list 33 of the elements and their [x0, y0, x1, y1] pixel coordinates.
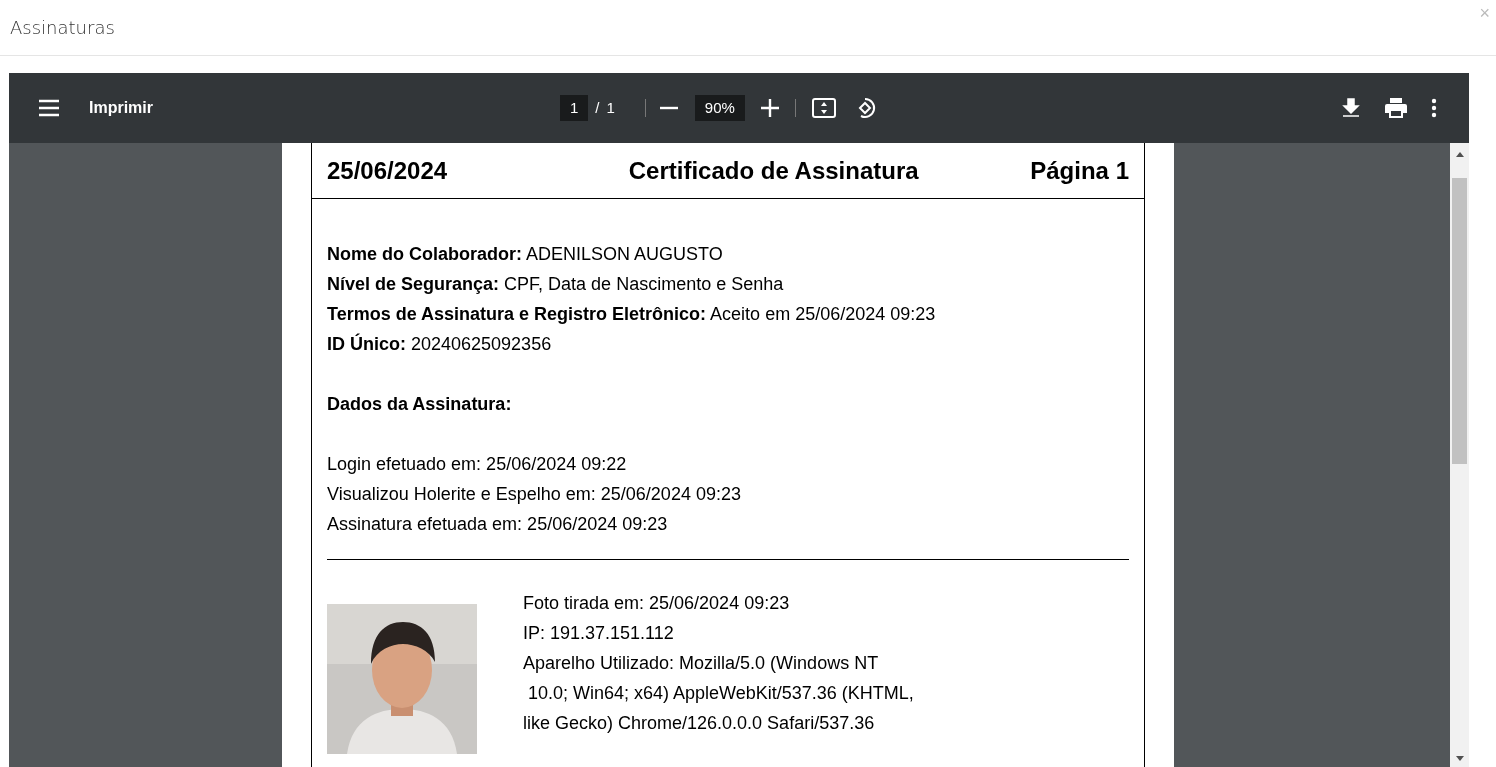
photo-info-line: Aparelho Utilizado: Mozilla/5.0 (Windows NT	[523, 652, 879, 675]
fit-page-icon[interactable]	[811, 98, 836, 118]
photo-info-line: 10.0; Win64; x64) AppleWebKit/537.36 (KHTML,	[527, 682, 914, 705]
photo-info-line: like Gecko) Chrome/126.0.0.0 Safari/537.36	[523, 712, 875, 735]
page-total: 1	[606, 97, 615, 118]
certificate-date: 25/06/2024	[327, 155, 448, 186]
section-title: Dados da Assinatura:	[327, 393, 513, 416]
page-separator: /	[595, 97, 600, 118]
event-line: Assinatura efetuada em: 25/06/2024 09:23	[327, 513, 668, 536]
field-line: Nome do Colaborador: ADENILSON AUGUSTO	[327, 243, 723, 266]
page-number-field[interactable]: 1	[560, 94, 589, 122]
certificate-title: Certificado de Assinatura	[628, 155, 919, 186]
more-icon[interactable]	[1431, 98, 1437, 118]
scrollbar-thumb[interactable]	[1452, 178, 1467, 464]
document-title: Imprimir	[89, 98, 154, 118]
photo-info-line: IP: 191.37.151.112	[523, 622, 674, 645]
dialog-title: Assinaturas	[10, 16, 115, 40]
scrollbar[interactable]	[1450, 143, 1469, 767]
zoom-out-icon[interactable]	[659, 106, 678, 110]
event-line: Visualizou Holerite e Espelho em: 25/06/2024 09:23	[327, 483, 741, 506]
photo-info-line: Foto tirada em: 25/06/2024 09:23	[523, 592, 790, 615]
print-icon[interactable]	[1385, 98, 1407, 118]
menu-icon[interactable]	[37, 99, 61, 117]
scroll-down-icon[interactable]	[1455, 756, 1464, 761]
field-line: Termos de Assinatura e Registro Eletrônico: Aceito em 25/06/2024 09:23	[327, 303, 936, 326]
scroll-up-icon[interactable]	[1455, 152, 1464, 157]
event-line: Login efetuado em: 25/06/2024 09:22	[327, 453, 627, 476]
zoom-in-icon[interactable]	[760, 99, 779, 117]
zoom-field[interactable]: 90%	[694, 94, 745, 122]
field-line: Nível de Segurança: CPF, Data de Nascimento e Senha	[327, 273, 784, 296]
download-icon[interactable]	[1341, 98, 1361, 118]
field-line: ID Único: 20240625092356	[327, 332, 552, 356]
page-label: Página 1	[1030, 155, 1129, 186]
